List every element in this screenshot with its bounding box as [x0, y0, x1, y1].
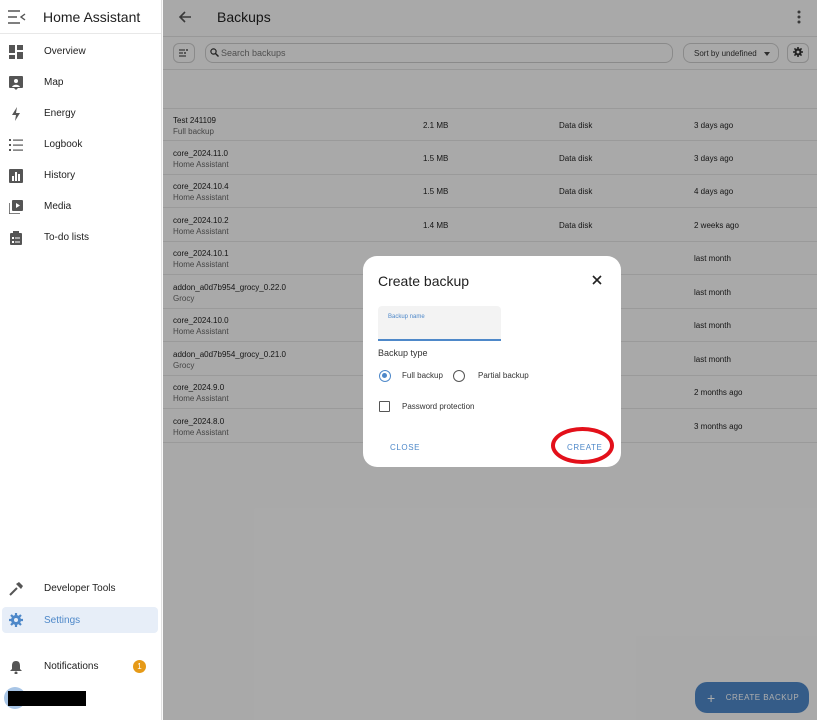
sidebar-item-label: Overview: [44, 46, 86, 57]
sidebar: Home Assistant Overview Map Energy Logbo…: [0, 0, 162, 720]
sidebar-header: Home Assistant: [0, 0, 161, 34]
sidebar-item-overview[interactable]: Overview: [0, 36, 162, 67]
full-backup-radio[interactable]: [379, 370, 391, 382]
notification-badge: 1: [133, 660, 146, 673]
sidebar-item-label: Settings: [44, 614, 81, 626]
sidebar-item-label: To-do lists: [44, 232, 90, 243]
sidebar-item-energy[interactable]: Energy: [0, 98, 162, 129]
hammer-icon: [9, 581, 23, 596]
highlight-annotation: [551, 427, 614, 464]
sidebar-item-label: Media: [44, 201, 72, 212]
chart-icon: [9, 168, 23, 183]
backup-type-heading: Backup type: [378, 348, 428, 358]
dashboard-icon: [9, 44, 23, 59]
map-icon: [9, 75, 23, 90]
password-protection-label: Password protection: [402, 402, 475, 411]
sidebar-item-label: Notifications: [44, 661, 99, 672]
sidebar-item-logbook[interactable]: Logbook: [0, 129, 162, 160]
backup-name-field[interactable]: Backup name: [378, 306, 501, 341]
dialog-title: Create backup: [378, 273, 470, 289]
partial-backup-radio[interactable]: [453, 370, 465, 382]
bell-icon: [9, 660, 23, 674]
partial-backup-label: Partial backup: [478, 371, 529, 380]
gear-icon: [9, 613, 23, 627]
full-backup-label: Full backup: [402, 371, 443, 380]
backup-name-label: Backup name: [388, 314, 425, 320]
sidebar-item-settings[interactable]: Settings: [2, 607, 158, 633]
sidebar-item-notifications[interactable]: Notifications 1: [0, 651, 162, 682]
sidebar-item-developer-tools[interactable]: Developer Tools: [0, 573, 162, 604]
sidebar-item-label: History: [44, 170, 76, 181]
sidebar-item-todo[interactable]: To-do lists: [0, 222, 162, 253]
app-title: Home Assistant: [43, 8, 141, 25]
menu-collapse-icon[interactable]: [8, 9, 26, 24]
sidebar-item-label: Developer Tools: [44, 583, 116, 594]
close-icon[interactable]: [590, 273, 604, 287]
lightning-icon: [9, 106, 23, 121]
sidebar-item-label: Energy: [44, 108, 76, 119]
sidebar-item-map[interactable]: Map: [0, 67, 162, 98]
close-button[interactable]: CLOSE: [390, 443, 420, 452]
sidebar-item-history[interactable]: History: [0, 160, 162, 191]
password-protection-checkbox[interactable]: [379, 401, 390, 412]
sidebar-item-media[interactable]: Media: [0, 191, 162, 222]
sidebar-item-label: Logbook: [44, 139, 83, 150]
clipboard-icon: [9, 230, 23, 245]
user-name-redacted[interactable]: [8, 691, 86, 706]
sidebar-item-label: Map: [44, 77, 64, 88]
media-icon: [9, 199, 23, 214]
list-icon: [9, 138, 23, 152]
